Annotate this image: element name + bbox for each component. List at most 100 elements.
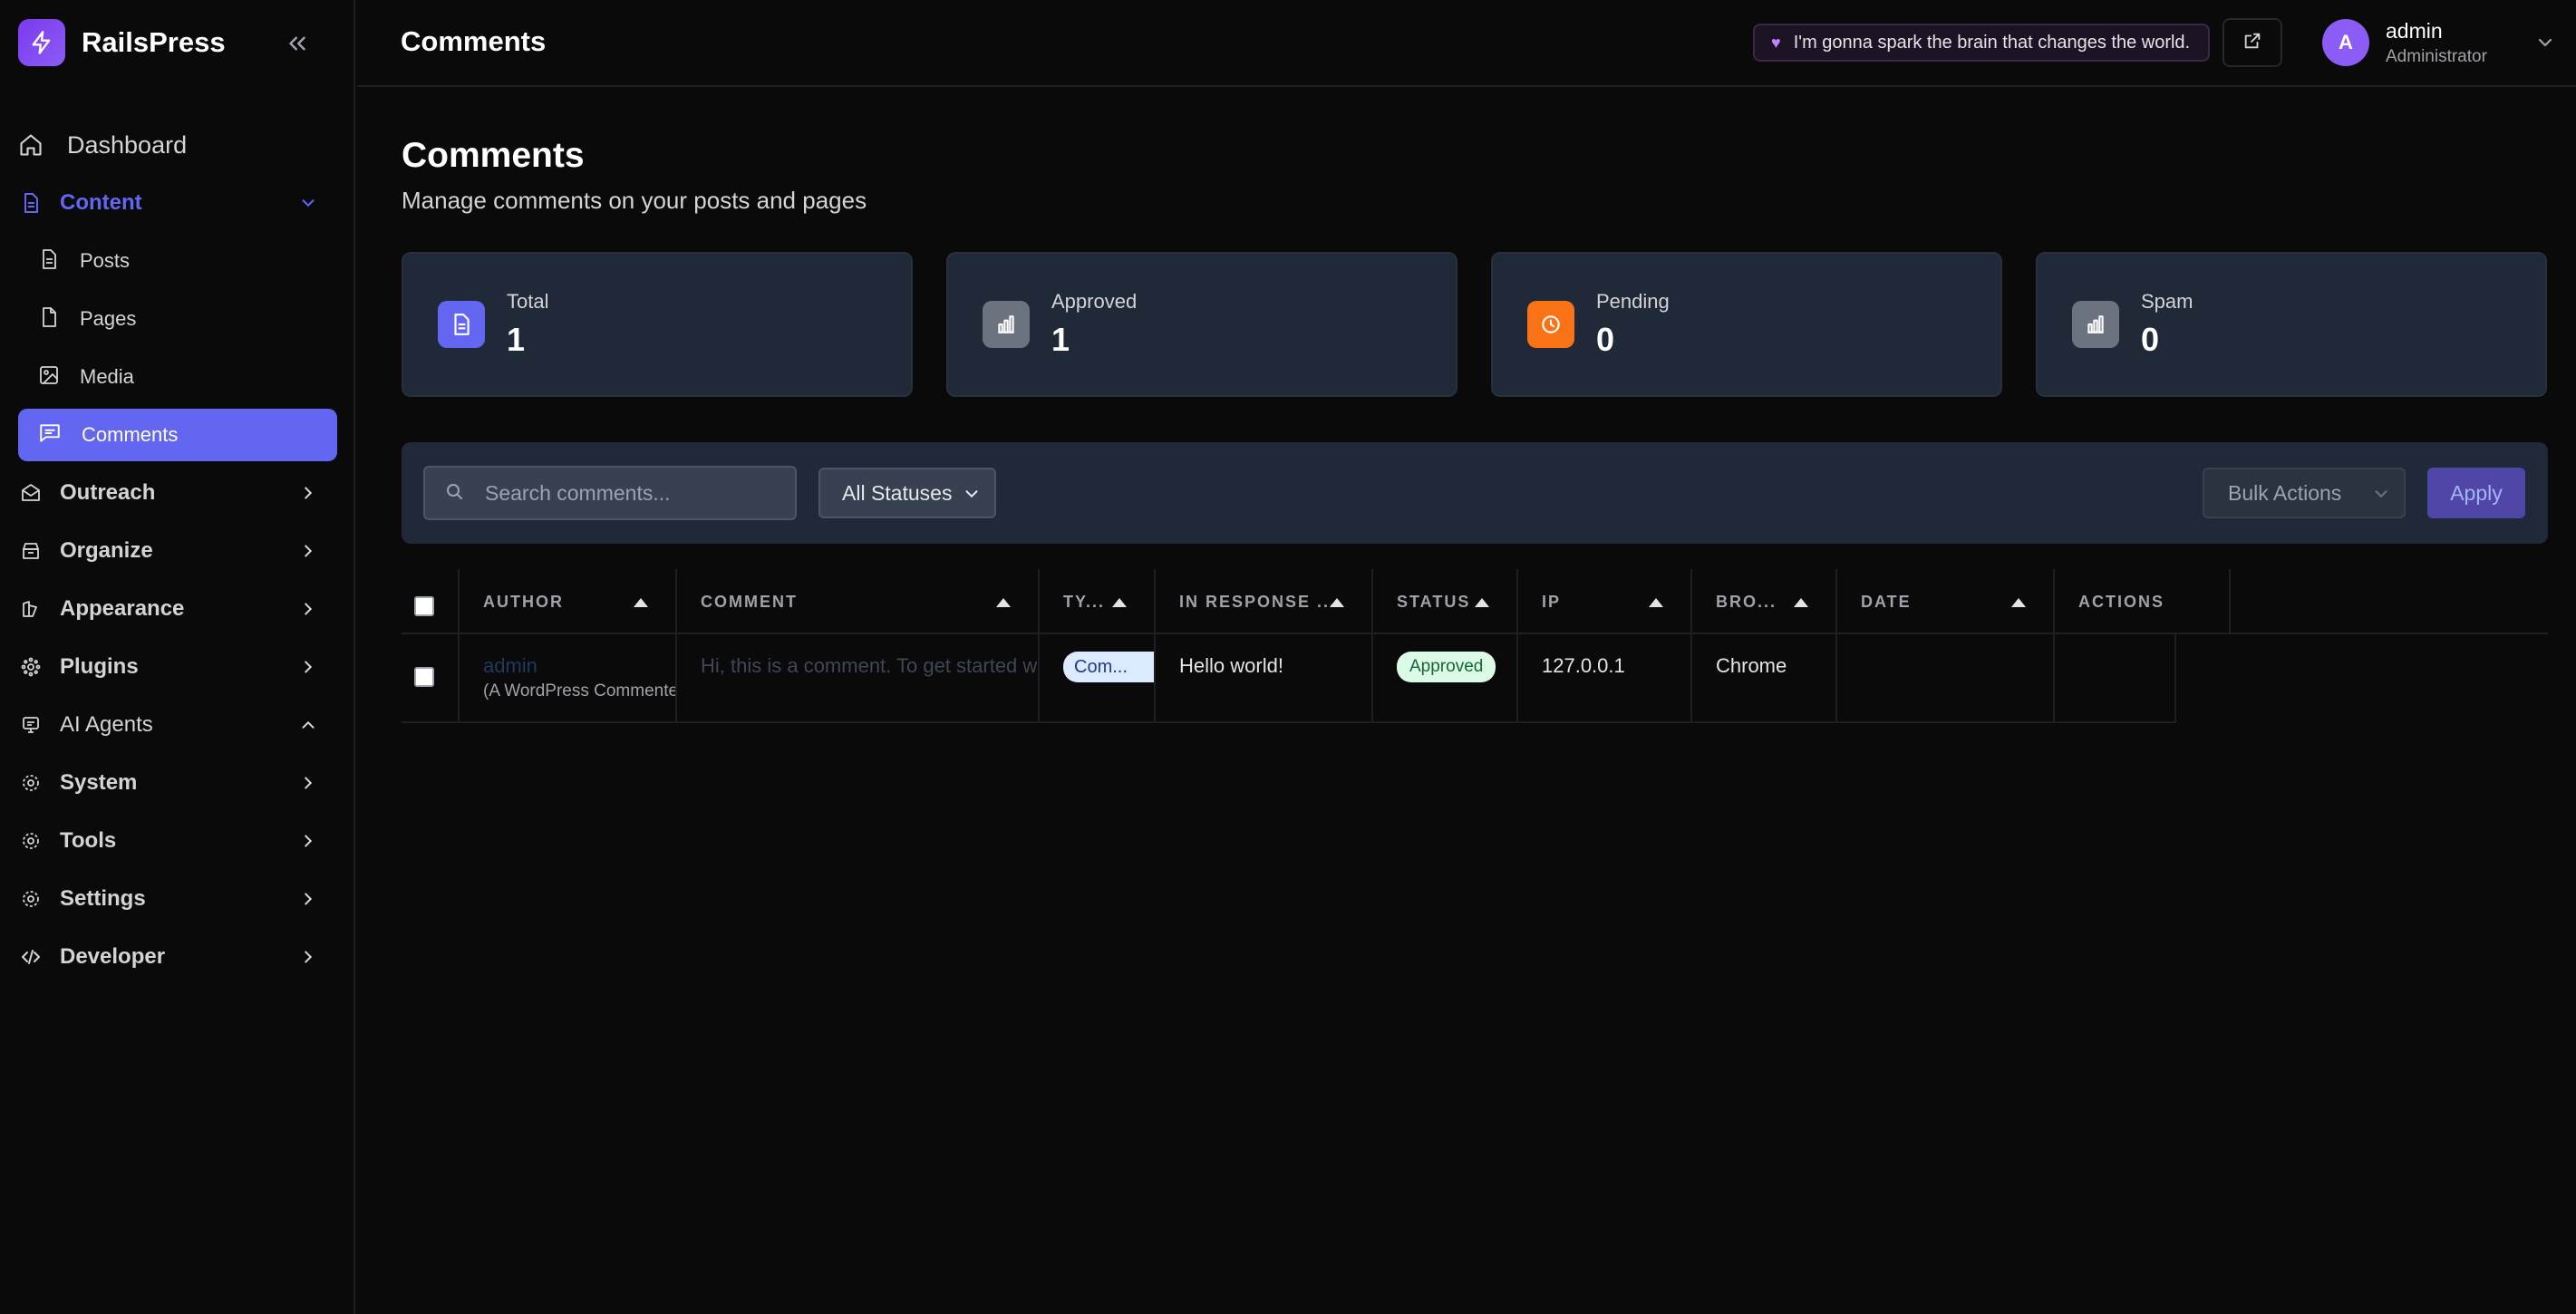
page-subtitle: Manage comments on your posts and pages	[402, 187, 867, 214]
bulk-actions-value: Bulk Actions	[2228, 480, 2342, 505]
header-in-response[interactable]: IN RESPONSE ...	[1156, 569, 1373, 634]
stat-value: 1	[507, 321, 526, 358]
stat-card-pending: Pending 0	[1491, 252, 2002, 397]
stat-value: 1	[1051, 321, 1070, 358]
bulk-actions-select[interactable]: Bulk Actions	[2203, 468, 2406, 518]
chevron-down-icon	[962, 484, 982, 509]
header-date[interactable]: DATE	[1837, 569, 2055, 634]
sidebar-item-label: Dashboard	[67, 130, 188, 159]
clock-icon	[1527, 301, 1574, 348]
header-label: ACTIONS	[2078, 592, 2164, 611]
sidebar-item-settings[interactable]: Settings	[18, 870, 337, 928]
header-actions: ACTIONS	[2055, 569, 2231, 634]
sidebar-item-label: Plugins	[60, 654, 139, 679]
header-status[interactable]: STATUS	[1373, 569, 1518, 634]
sort-up-icon	[1794, 598, 1808, 607]
sidebar-item-media[interactable]: Media	[18, 348, 337, 406]
sidebar-item-label: System	[60, 770, 138, 795]
sidebar-item-appearance[interactable]: Appearance	[18, 580, 337, 638]
document-icon	[18, 190, 44, 216]
status-cell: Approved	[1373, 634, 1518, 723]
header-author[interactable]: AUTHOR	[460, 569, 677, 634]
sidebar-item-developer[interactable]: Developer	[18, 928, 337, 986]
stat-value: 0	[1596, 321, 1615, 358]
sidebar: RailsPress Dashboard Content Posts Pages…	[0, 0, 355, 1314]
sidebar-item-content[interactable]: Content	[18, 174, 337, 232]
select-all-checkbox[interactable]	[414, 596, 434, 616]
sidebar-item-organize[interactable]: Organize	[18, 522, 337, 580]
row-checkbox[interactable]	[414, 667, 434, 687]
header-ip[interactable]: IP	[1518, 569, 1692, 634]
gear-icon	[18, 886, 44, 912]
main-content: Comments Manage comments on your posts a…	[402, 136, 2548, 723]
header-label: TY...	[1063, 592, 1106, 611]
sort-up-icon	[1112, 598, 1127, 607]
sort-up-icon	[1475, 598, 1489, 607]
page-icon	[38, 306, 60, 333]
chevron-right-icon	[297, 830, 319, 852]
in-response-link: Hello world!	[1179, 654, 1283, 677]
header-label: COMMENT	[701, 592, 798, 611]
date-cell	[1837, 634, 2055, 723]
sort-up-icon	[1649, 598, 1663, 607]
search-input[interactable]: Search comments...	[423, 466, 797, 520]
plugin-icon	[18, 654, 44, 680]
avatar: A	[2322, 19, 2369, 66]
sidebar-item-plugins[interactable]: Plugins	[18, 638, 337, 696]
chevron-right-icon	[297, 888, 319, 910]
sidebar-item-system[interactable]: System	[18, 754, 337, 812]
stat-label: Spam	[2141, 290, 2193, 313]
actions-cell	[2055, 634, 2176, 723]
brand[interactable]: RailsPress	[18, 18, 226, 67]
status-filter-select[interactable]: All Statuses	[818, 468, 996, 518]
row-select-cell	[402, 634, 460, 723]
user-meta: admin Administrator	[2386, 19, 2487, 67]
view-site-button[interactable]	[2223, 18, 2282, 67]
user-menu[interactable]: A admin Administrator	[2322, 18, 2556, 67]
sidebar-item-outreach[interactable]: Outreach	[18, 464, 337, 522]
type-cell: Com...	[1040, 634, 1156, 723]
stat-card-approved: Approved 1	[946, 252, 1457, 397]
gear-icon	[18, 770, 44, 796]
sort-up-icon	[634, 598, 648, 607]
author-link[interactable]: admin	[483, 654, 537, 678]
comment-cell[interactable]: Hi, this is a comment. To get started wi…	[677, 634, 1040, 723]
sidebar-item-pages[interactable]: Pages	[18, 290, 337, 348]
table-header-row: AUTHOR COMMENT TY... IN RESPONSE ... STA…	[402, 569, 2548, 634]
stat-label: Approved	[1051, 290, 1138, 313]
sidebar-item-posts[interactable]: Posts	[18, 232, 337, 290]
monitor-icon	[18, 712, 44, 738]
brand-name: RailsPress	[82, 26, 226, 58]
sidebar-item-label: Pages	[80, 307, 137, 330]
header-label: IN RESPONSE ...	[1179, 592, 1337, 611]
sidebar-item-label: Tools	[60, 828, 117, 853]
sidebar-item-comments[interactable]: Comments	[18, 409, 337, 461]
mail-icon	[18, 480, 44, 506]
table-row: admin (A WordPress Commenter) Hi, this i…	[402, 634, 2176, 723]
in-response-cell[interactable]: Hello world!	[1156, 634, 1373, 723]
sidebar-item-label: AI Agents	[60, 712, 153, 737]
sidebar-item-label: Content	[60, 190, 142, 215]
top-header: Comments ♥ I'm gonna spark the brain tha…	[357, 0, 2576, 87]
sidebar-item-tools[interactable]: Tools	[18, 812, 337, 870]
bar-chart-icon	[983, 301, 1030, 348]
header-label: AUTHOR	[483, 592, 564, 611]
image-icon	[38, 364, 60, 391]
header-comment[interactable]: COMMENT	[677, 569, 1040, 634]
stat-label: Pending	[1596, 290, 1670, 313]
sidebar-item-label: Media	[80, 365, 134, 388]
status-filter-value: All Statuses	[842, 480, 953, 505]
comments-table: AUTHOR COMMENT TY... IN RESPONSE ... STA…	[402, 569, 2548, 763]
sort-up-icon	[2011, 598, 2026, 607]
filter-toolbar: Search comments... All Statuses Bulk Act…	[402, 442, 2548, 544]
header-label: STATUS	[1397, 592, 1471, 611]
header-type[interactable]: TY...	[1040, 569, 1156, 634]
chevron-right-icon	[297, 598, 319, 620]
sidebar-item-ai-agents[interactable]: AI Agents	[18, 696, 337, 754]
apply-button[interactable]: Apply	[2427, 468, 2525, 518]
chevron-right-icon	[297, 656, 319, 678]
author-cell: admin (A WordPress Commenter)	[460, 634, 677, 723]
collapse-sidebar-icon[interactable]	[279, 25, 315, 62]
sidebar-item-dashboard[interactable]: Dashboard	[18, 116, 337, 174]
header-browser[interactable]: BRO...	[1692, 569, 1837, 634]
